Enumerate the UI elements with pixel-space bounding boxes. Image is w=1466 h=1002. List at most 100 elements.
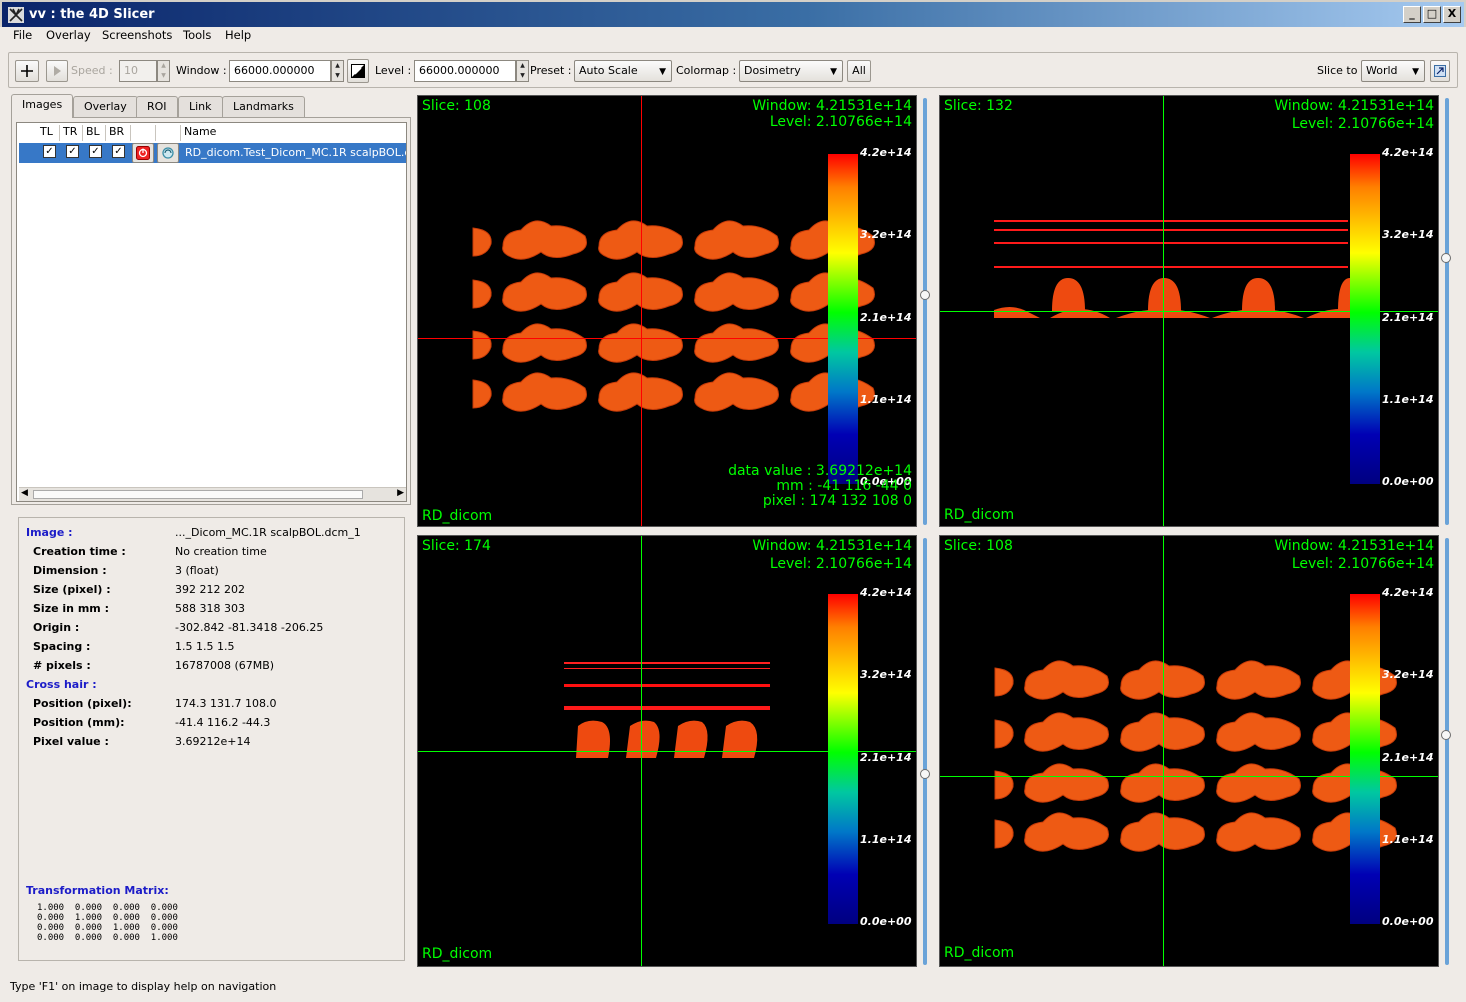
preset-value: Auto Scale xyxy=(579,64,638,77)
colorbar-label: 0.0e+00 xyxy=(860,915,912,928)
colorbar-label: 3.2e+14 xyxy=(1382,228,1434,241)
dose-blob xyxy=(1216,763,1301,803)
checkbox-br[interactable]: ✓ xyxy=(112,145,125,158)
scroll-left-icon[interactable]: ◀ xyxy=(21,488,28,498)
dimension-label: Dimension : xyxy=(33,564,107,577)
dose-streak xyxy=(994,220,1348,222)
checkbox-tl[interactable]: ✓ xyxy=(43,145,56,158)
image-heading: Image : xyxy=(26,526,73,539)
slice-slider-top-left[interactable] xyxy=(923,98,927,525)
checkbox-tr[interactable]: ✓ xyxy=(66,145,79,158)
chevron-down-icon: ▼ xyxy=(1412,67,1419,77)
dose-blob xyxy=(694,372,779,412)
dose-lobe xyxy=(1242,278,1275,311)
viewer-bottom-right[interactable]: 4.2e+14 3.2e+14 2.1e+14 1.1e+14 0.0e+00 … xyxy=(939,535,1439,967)
column-header-tr[interactable]: TR xyxy=(60,125,83,141)
dose-lobe xyxy=(722,720,758,758)
image-list[interactable]: TL TR BL BR Name ✓ ✓ ✓ ✓ RD_dicom.Test_D… xyxy=(16,122,407,502)
colorbar-label: 4.2e+14 xyxy=(1382,586,1434,599)
slider-handle[interactable] xyxy=(1441,730,1451,740)
close-image-button[interactable] xyxy=(132,143,154,163)
window-input[interactable]: 66000.000000 xyxy=(229,60,331,82)
dose-blob xyxy=(502,272,587,312)
all-button[interactable]: All xyxy=(847,60,871,82)
fit-view-button[interactable] xyxy=(1430,60,1450,82)
column-header-bl[interactable]: BL xyxy=(83,125,106,141)
colormap-select[interactable]: Dosimetry ▼ xyxy=(739,60,843,82)
colorbar-label: 4.2e+14 xyxy=(860,146,912,159)
column-header-br[interactable]: BR xyxy=(106,125,131,141)
close-button[interactable]: X xyxy=(1443,6,1461,23)
speed-input[interactable]: 10 xyxy=(119,60,157,82)
viewer-bottom-left[interactable]: 4.2e+14 3.2e+14 2.1e+14 1.1e+14 0.0e+00 … xyxy=(417,535,917,967)
colorbar-label: 3.2e+14 xyxy=(860,668,912,681)
reload-image-button[interactable] xyxy=(157,143,179,163)
level-spinner[interactable]: ▲ ▼ xyxy=(516,60,529,82)
window-label: Window : xyxy=(176,64,227,77)
slider-handle[interactable] xyxy=(920,290,930,300)
checkbox-bl[interactable]: ✓ xyxy=(89,145,102,158)
image-name-overlay: RD_dicom xyxy=(944,507,1015,523)
crosshair-tool-button[interactable] xyxy=(15,60,39,82)
dose-blob-edge xyxy=(472,227,492,257)
menu-screenshots[interactable]: Screenshots xyxy=(99,28,175,43)
column-header-reload[interactable] xyxy=(156,125,181,141)
tab-roi[interactable]: ROI xyxy=(136,96,178,118)
title-bar[interactable]: vv : the 4D Slicer _ □ X xyxy=(0,0,1466,27)
slice-slider-top-right[interactable] xyxy=(1445,98,1449,525)
column-header-tl[interactable]: TL xyxy=(37,125,60,141)
dose-blob xyxy=(1216,660,1301,700)
tab-link[interactable]: Link xyxy=(178,96,223,118)
pixel-value-value: 3.69212e+14 xyxy=(175,735,251,748)
viewer-top-left[interactable]: 4.2e+14 3.2e+14 2.1e+14 1.1e+14 0.0e+00 … xyxy=(417,95,917,527)
crosshair-heading: Cross hair : xyxy=(26,678,97,691)
dose-base xyxy=(994,307,1040,318)
slice-to-select[interactable]: World ▼ xyxy=(1361,60,1425,82)
tab-overlay[interactable]: Overlay xyxy=(73,96,138,118)
window-spinner[interactable]: ▲ ▼ xyxy=(331,60,344,82)
colorbar-label: 4.2e+14 xyxy=(1382,146,1434,159)
dose-base xyxy=(564,706,770,710)
tab-images[interactable]: Images xyxy=(11,94,74,118)
dose-blob xyxy=(694,220,779,260)
column-header-close[interactable] xyxy=(131,125,156,141)
scroll-right-icon[interactable]: ▶ xyxy=(397,488,404,498)
viewer-top-right[interactable]: 4.2e+14 3.2e+14 2.1e+14 1.1e+14 0.0e+00 … xyxy=(939,95,1439,527)
level-overlay: Level: 2.10766e+14 xyxy=(1291,116,1434,132)
slider-handle[interactable] xyxy=(1441,253,1451,263)
maximize-button[interactable]: □ xyxy=(1423,6,1441,23)
slice-slider-bottom-left[interactable] xyxy=(923,538,927,965)
menu-tools[interactable]: Tools xyxy=(180,28,214,43)
image-name[interactable]: RD_dicom.Test_Dicom_MC.1R scalpBOL.dcm_1 xyxy=(185,146,406,159)
window-level-icon xyxy=(351,64,365,78)
crosshair-icon xyxy=(21,65,33,77)
colormap-label: Colormap : xyxy=(676,64,737,77)
speed-spinner[interactable]: ▲ ▼ xyxy=(157,60,170,82)
image-name-overlay: RD_dicom xyxy=(422,946,493,962)
level-input[interactable]: 66000.000000 xyxy=(414,60,516,82)
menu-bar: File Overlay Screenshots Tools Help xyxy=(0,27,1466,47)
colorbar-label: 2.1e+14 xyxy=(860,751,912,764)
colorbar-label: 0.0e+00 xyxy=(1382,915,1434,928)
column-header-name[interactable]: Name xyxy=(181,125,401,141)
menu-overlay[interactable]: Overlay xyxy=(43,28,94,43)
slider-handle[interactable] xyxy=(920,769,930,779)
horizontal-scrollbar[interactable]: ◀ ▶ xyxy=(19,487,406,501)
size-mm-label: Size in mm : xyxy=(33,602,109,615)
play-button[interactable] xyxy=(46,60,68,82)
slice-slider-bottom-right[interactable] xyxy=(1445,538,1449,965)
tab-landmarks[interactable]: Landmarks xyxy=(222,96,305,118)
image-info-panel: Image : ..._Dicom_MC.1R scalpBOL.dcm_1 C… xyxy=(18,517,405,961)
dose-blob-edge xyxy=(472,330,492,360)
scrollbar-handle[interactable] xyxy=(33,490,363,499)
minimize-button[interactable]: _ xyxy=(1403,6,1421,23)
menu-file[interactable]: File xyxy=(10,28,35,43)
slice-label: Slice: 108 xyxy=(422,98,491,114)
crosshair-vertical xyxy=(1163,536,1164,966)
window-level-button[interactable] xyxy=(347,59,369,83)
preset-select[interactable]: Auto Scale ▼ xyxy=(574,60,672,82)
npixels-label: # pixels : xyxy=(33,659,91,672)
menu-help[interactable]: Help xyxy=(222,28,254,43)
dose-streak xyxy=(564,684,770,687)
toolbar: Speed : 10 ▲ ▼ Window : 66000.000000 ▲ ▼ L… xyxy=(8,52,1458,88)
